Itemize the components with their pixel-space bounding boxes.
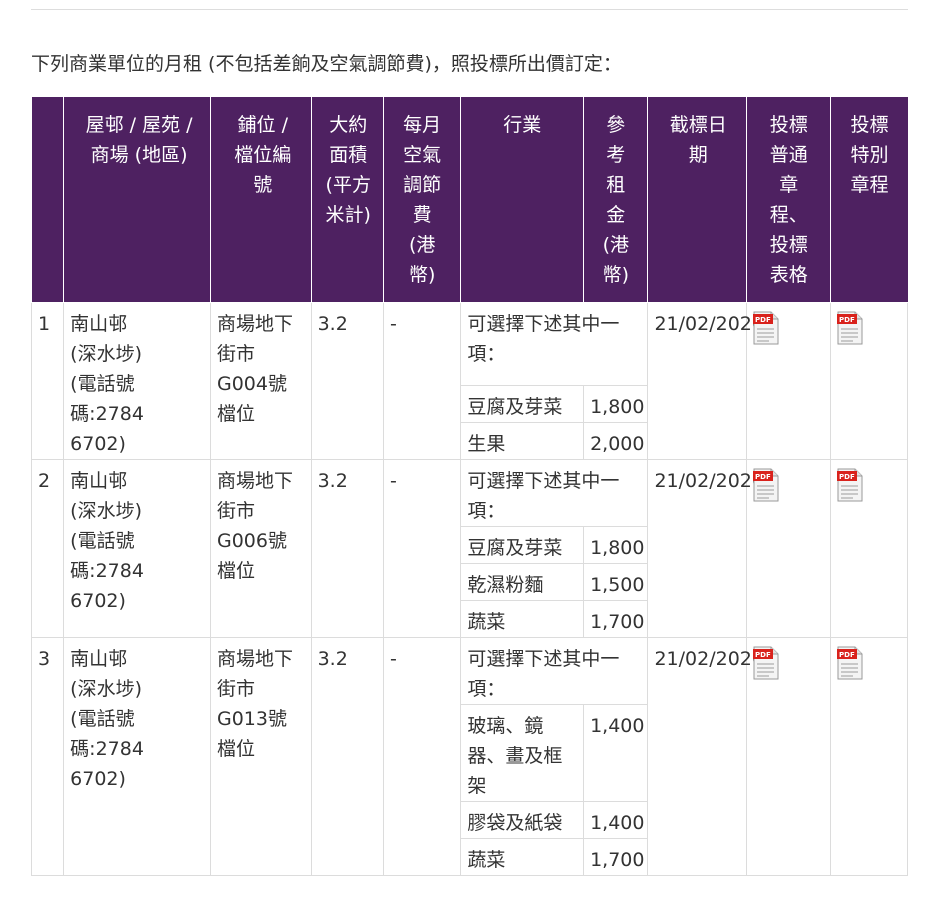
trade-option-note: 可選擇下述其中一項： — [460, 637, 649, 705]
trade-name: 蔬菜 — [460, 600, 585, 638]
reference-rent: 1,700 — [583, 838, 649, 876]
trade-name: 生果 — [460, 422, 585, 460]
estate-district-link[interactable]: (深水埗) — [70, 674, 204, 704]
header-rent: 參考租金 (港幣) — [583, 97, 649, 303]
top-divider — [31, 9, 908, 10]
table-row: 3 南山邨 (深水埗) (電話號碼:2784 6702) 商場地下街市G013號檔位 3.… — [30, 637, 908, 876]
header-closing-date: 截標日期 — [647, 97, 748, 303]
estate-name-link[interactable]: 南山邨 — [70, 644, 204, 674]
pdf-document-icon[interactable]: PDF — [837, 646, 863, 680]
shop-number: 商場地下街市G013號檔位 — [210, 637, 312, 876]
row-number: 2 — [30, 459, 65, 638]
estate-cell[interactable]: 南山邨 (深水埗) (電話號碼:2784 6702) — [63, 637, 211, 876]
pdf-document-icon[interactable]: PDF — [753, 311, 779, 345]
svg-text:PDF: PDF — [755, 473, 771, 481]
row-number: 1 — [30, 302, 65, 460]
svg-text:PDF: PDF — [839, 651, 855, 659]
header-special-conditions: 投標特別章程 — [830, 97, 908, 303]
trade-name: 乾濕粉麵 — [460, 563, 585, 601]
reference-rent: 1,800 — [583, 385, 649, 423]
trade-name: 膠袋及紙袋 — [460, 801, 585, 839]
intro-text: 下列商業單位的月租 (不包括差餉及空氣調節費)，照投標所出價訂定： — [31, 53, 622, 75]
special-conditions-cell: PDF — [830, 637, 908, 876]
svg-text:PDF: PDF — [839, 316, 855, 324]
pdf-document-icon[interactable]: PDF — [753, 646, 779, 680]
trade-name: 豆腐及芽菜 — [460, 526, 585, 564]
table-row: 1 南山邨 (深水埗) (電話號碼:2784 6702) 商場地下街市G004號檔位 3.… — [30, 302, 908, 460]
table-header-row: 屋邨 / 屋苑 / 商場 (地區) 鋪位 / 檔位編號 大約面積 (平方米計) … — [31, 97, 908, 303]
estate-cell[interactable]: 南山邨 (深水埗) (電話號碼:2784 6702) — [63, 302, 211, 460]
row-number: 3 — [30, 637, 65, 876]
estate-district-link[interactable]: (深水埗) — [70, 339, 204, 369]
reference-rent: 2,000 — [583, 422, 649, 460]
header-ac: 每月空氣調節費 (港幣) — [382, 97, 462, 303]
tender-table: 屋邨 / 屋苑 / 商場 (地區) 鋪位 / 檔位編號 大約面積 (平方米計) … — [30, 97, 908, 876]
estate-phone-link[interactable]: (電話號碼:2784 6702) — [70, 704, 204, 794]
ac-fee: - — [382, 459, 462, 638]
svg-text:PDF: PDF — [839, 473, 855, 481]
header-general-conditions: 投標普通章程、投標表格 — [746, 97, 832, 303]
reference-rent: 1,700 — [583, 600, 649, 638]
general-conditions-cell: PDF — [746, 302, 832, 460]
reference-rent: 1,400 — [583, 801, 649, 839]
pdf-document-icon[interactable]: PDF — [753, 468, 779, 502]
pdf-document-icon[interactable]: PDF — [837, 311, 863, 345]
estate-phone-link[interactable]: (電話號碼:2784 6702) — [70, 526, 204, 616]
trade-name: 蔬菜 — [460, 838, 585, 876]
trade-name: 豆腐及芽菜 — [460, 385, 585, 423]
trade-option-note: 可選擇下述其中一項： — [460, 302, 649, 386]
closing-date: 21/02/2020 — [647, 637, 764, 876]
closing-date: 21/02/2020 — [647, 459, 764, 638]
header-estate: 屋邨 / 屋苑 / 商場 (地區) — [63, 97, 211, 303]
header-shop: 鋪位 / 檔位編號 — [210, 97, 312, 303]
estate-district-link[interactable]: (深水埗) — [70, 496, 204, 526]
trade-option-note: 可選擇下述其中一項： — [460, 459, 649, 527]
estate-cell[interactable]: 南山邨 (深水埗) (電話號碼:2784 6702) — [63, 459, 211, 638]
estate-name-link[interactable]: 南山邨 — [70, 309, 204, 339]
svg-text:PDF: PDF — [755, 316, 771, 324]
header-trade: 行業 — [460, 97, 585, 303]
trade-name: 玻璃、鏡器、畫及框架 — [460, 704, 585, 802]
reference-rent: 1,500 — [583, 563, 649, 601]
shop-number: 商場地下街市G006號檔位 — [210, 459, 312, 638]
special-conditions-cell: PDF — [830, 459, 908, 638]
shop-number: 商場地下街市G004號檔位 — [210, 302, 312, 460]
area-value: 3.2 — [310, 302, 384, 460]
estate-name-link[interactable]: 南山邨 — [70, 466, 204, 496]
general-conditions-cell: PDF — [746, 459, 832, 638]
closing-date: 21/02/2020 — [647, 302, 764, 460]
header-no — [31, 97, 65, 303]
reference-rent: 1,800 — [583, 526, 649, 564]
estate-phone-link[interactable]: (電話號碼:2784 6702) — [70, 369, 204, 459]
area-value: 3.2 — [310, 459, 384, 638]
general-conditions-cell: PDF — [746, 637, 832, 876]
area-value: 3.2 — [310, 637, 384, 876]
ac-fee: - — [382, 637, 462, 876]
header-area: 大約面積 (平方米計) — [310, 97, 384, 303]
pdf-document-icon[interactable]: PDF — [837, 468, 863, 502]
ac-fee: - — [382, 302, 462, 460]
table-row: 2 南山邨 (深水埗) (電話號碼:2784 6702) 商場地下街市G006號檔位 3.… — [30, 459, 908, 638]
special-conditions-cell: PDF — [830, 302, 908, 460]
reference-rent: 1,400 — [583, 704, 649, 802]
svg-text:PDF: PDF — [755, 651, 771, 659]
